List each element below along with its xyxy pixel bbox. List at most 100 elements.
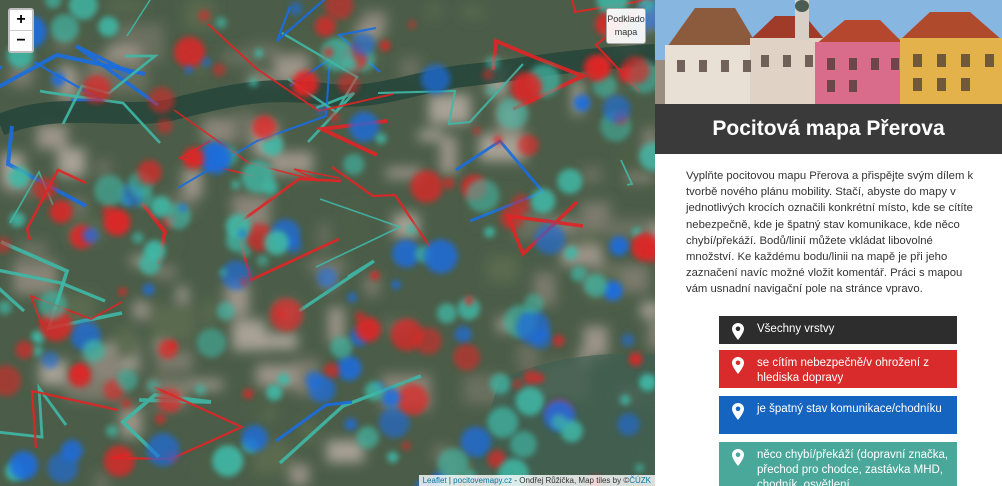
terrain-patch	[202, 299, 216, 326]
feedback-point	[487, 406, 519, 438]
base-map-switcher-button[interactable]: Podklado mapa	[606, 8, 646, 44]
feedback-point	[472, 126, 481, 135]
layer-missing-button[interactable]: něco chybí/překáží (dopravní značka, pře…	[719, 442, 957, 486]
feedback-point	[132, 232, 144, 244]
feedback-point	[436, 303, 457, 324]
feedback-point	[629, 352, 643, 366]
feedback-point	[8, 166, 30, 188]
feedback-point	[182, 147, 205, 169]
feedback-point	[423, 239, 458, 274]
cuzk-link[interactable]: ČÚZK	[629, 476, 651, 485]
feedback-point	[240, 277, 249, 286]
feedback-point	[370, 271, 380, 280]
terrain-patch	[177, 287, 188, 302]
feedback-point	[241, 425, 268, 452]
feedback-point	[421, 64, 451, 94]
feedback-point	[485, 56, 500, 70]
feedback-point	[146, 433, 180, 467]
feedback-point	[256, 254, 269, 267]
feedback-point	[489, 373, 511, 395]
feedback-point	[397, 383, 429, 416]
side-panel: Pocitová mapa Přerova Vyplňte pocitovou …	[655, 0, 1002, 486]
terrain-patch	[583, 326, 608, 357]
feedback-point	[349, 111, 380, 142]
page-title: Pocitová mapa Přerova	[712, 117, 945, 140]
feedback-point	[356, 426, 379, 449]
terrain-patch	[486, 256, 518, 283]
terrain-patch	[517, 344, 539, 370]
feedback-point	[15, 340, 34, 359]
feedback-point	[454, 325, 472, 343]
feedback-point	[118, 287, 127, 296]
feedback-point	[406, 224, 417, 235]
feedback-point	[316, 267, 338, 288]
feedback-point	[570, 265, 587, 282]
map-pin-icon	[719, 448, 757, 466]
feedback-point	[33, 177, 57, 201]
feedback-point	[98, 16, 119, 37]
feedback-point	[212, 63, 226, 77]
feedback-point	[414, 327, 442, 355]
feedback-point	[551, 414, 568, 430]
terrain-patch	[114, 327, 137, 360]
feedback-point	[464, 296, 474, 306]
terrain-patch	[133, 301, 149, 319]
feedback-point	[9, 451, 39, 480]
layer-danger-button[interactable]: se cítím nebezpečně/v ohrožení z hledisk…	[719, 350, 957, 388]
layer-surface-label: je špatný stav komunikace/chodníku	[757, 403, 942, 415]
feedback-point	[453, 343, 481, 371]
feedback-point	[391, 280, 401, 290]
feedback-point	[157, 118, 173, 134]
feedback-point	[103, 208, 131, 236]
feedback-point	[381, 388, 401, 408]
feedback-point	[337, 73, 360, 95]
terrain-patch	[581, 167, 602, 183]
feedback-point	[72, 364, 88, 379]
terrain-patch	[222, 50, 261, 65]
feedback-point	[51, 72, 65, 86]
feedback-point	[617, 413, 640, 436]
terrain-patch	[291, 464, 309, 486]
feedback-point	[460, 426, 492, 458]
map-pin-icon	[719, 402, 757, 420]
base-map-label-line1: Podklado	[607, 14, 645, 24]
layer-all-button[interactable]: Všechny vrstvy	[719, 316, 957, 344]
feedback-point	[150, 196, 172, 217]
feedback-point	[121, 399, 131, 409]
feedback-point	[82, 227, 99, 244]
feedback-point	[482, 69, 494, 80]
feedback-point	[552, 334, 565, 347]
zoom-in-button[interactable]: +	[10, 10, 32, 30]
feedback-point	[32, 345, 43, 357]
terrain-patch	[440, 136, 457, 175]
leaflet-link[interactable]: Leaflet	[423, 476, 447, 485]
feedback-point	[142, 283, 155, 296]
terrain-patch	[232, 319, 266, 351]
feedback-point	[512, 379, 523, 389]
feedback-point	[147, 379, 160, 392]
feedback-point	[375, 132, 387, 145]
terrain-patch	[251, 384, 268, 417]
feedback-point	[241, 160, 275, 194]
layer-surface-button[interactable]: je špatný stav komunikace/chodníku	[719, 396, 957, 434]
pocitovemapy-link[interactable]: pocitovemapy.cz	[453, 476, 512, 485]
map[interactable]: + − Podklado mapa Leaflet | pocitovemapy…	[0, 0, 655, 486]
feedback-point	[225, 214, 251, 239]
feedback-point	[155, 414, 166, 425]
feedback-point	[323, 47, 334, 58]
feedback-point	[387, 451, 399, 463]
feedback-point	[50, 14, 79, 43]
map-canvas[interactable]	[0, 0, 655, 486]
header-photo	[655, 0, 1002, 104]
feedback-point	[620, 394, 631, 405]
feedback-point	[347, 292, 357, 303]
feedback-point	[277, 309, 287, 319]
feedback-point	[158, 339, 178, 359]
terrain-patch	[150, 305, 197, 342]
terrain-patch	[191, 75, 207, 93]
feedback-point	[215, 17, 227, 29]
feedback-point	[344, 418, 358, 431]
zoom-out-button[interactable]: −	[10, 30, 32, 51]
feedback-point	[621, 56, 650, 85]
attribution-text: - Ondřej Růžička, Map tiles by ©	[512, 476, 630, 485]
